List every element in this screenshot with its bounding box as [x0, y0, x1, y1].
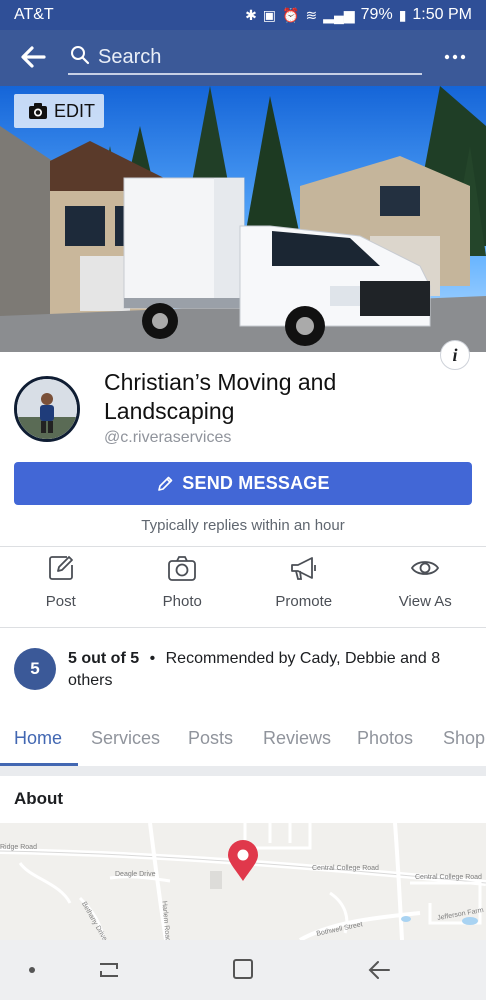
tab-shop-wrap: Shop [443, 716, 485, 766]
page-title: Christian’s Moving and Landscaping [104, 369, 337, 424]
send-message-button[interactable]: SEND MESSAGE [14, 462, 472, 505]
tab-reviews-wrap: Reviews [263, 716, 331, 766]
promote-action[interactable]: Promote [243, 553, 365, 627]
dot-indicator-icon[interactable] [18, 958, 46, 982]
home-button-icon[interactable] [229, 958, 257, 982]
tab-home[interactable]: Home [0, 716, 78, 766]
response-time-note: Typically replies within an hour [141, 517, 345, 534]
carrier-label: AT&T [14, 6, 54, 23]
signal-icon: ▂▄▆ [323, 6, 355, 23]
page-tabs: Home Services Posts Reviews Photos Shop [0, 716, 486, 766]
battery-percent: 79% [360, 6, 393, 23]
photo-label: Photo [162, 593, 202, 610]
tab-posts[interactable]: Posts [188, 716, 233, 766]
camera-icon [167, 553, 197, 583]
edit-label: EDIT [54, 100, 96, 121]
nfc-icon: ▣ [262, 6, 277, 23]
bluetooth-icon: ✱ [245, 6, 257, 23]
clock: 1:50 PM [412, 6, 472, 23]
status-bar: AT&T ✱ ▣ ⏰ ≋ ▂▄▆ 79% ▮ 1:50 PM [0, 0, 486, 30]
more-options-icon[interactable] [440, 42, 470, 72]
search-bar[interactable] [68, 40, 422, 75]
tab-photos-wrap: Photos [357, 716, 413, 766]
tab-photos[interactable]: Photos [357, 716, 413, 766]
wifi-icon: ≋ [305, 6, 318, 23]
cover-photo[interactable]: EDIT [0, 86, 486, 352]
post-label: Post [45, 593, 76, 610]
separator-dot: • [149, 650, 156, 667]
page-handle: @c.riveraservices [104, 429, 232, 446]
system-nav-bar [0, 940, 486, 1000]
edit-cover-button[interactable]: EDIT [14, 94, 104, 128]
tab-shop[interactable]: Shop [443, 716, 485, 766]
location-map[interactable]: Ridge Road Deagle Drive Bethany Drive Ha… [0, 823, 486, 940]
avatar[interactable] [14, 376, 80, 442]
tab-services[interactable]: Services [91, 716, 160, 766]
recommendation-summary[interactable]: 5 out of 5 • Recommended by Cady, Debbie… [68, 648, 478, 692]
photo-action[interactable]: Photo [122, 553, 244, 627]
divider [0, 546, 486, 547]
alarm-icon: ⏰ [282, 6, 300, 23]
tab-services-wrap: Services [91, 716, 160, 766]
view-as-action[interactable]: View As [365, 553, 486, 627]
about-heading: About [14, 789, 64, 808]
action-row: Post Photo Promote View As [0, 553, 486, 627]
post-action[interactable]: Post [0, 553, 122, 627]
view-as-label: View As [398, 593, 452, 610]
tab-posts-wrap: Posts [188, 716, 233, 766]
rating-score: 5 out of 5 [68, 650, 140, 667]
street-label: Ridge Road [0, 844, 37, 851]
battery-icon: ▮ [398, 6, 407, 23]
info-icon[interactable]: i [440, 340, 470, 370]
camera-icon [29, 103, 47, 119]
recent-apps-icon[interactable] [95, 958, 123, 982]
tab-home-wrap: Home [0, 716, 78, 766]
pencil-icon [158, 476, 173, 491]
eye-icon [410, 553, 440, 583]
edit-icon [46, 553, 76, 583]
section-separator [0, 766, 486, 776]
tab-reviews[interactable]: Reviews [263, 716, 331, 766]
send-message-label: SEND MESSAGE [182, 473, 330, 493]
street-label: Central College Road [312, 865, 379, 872]
search-input[interactable] [98, 42, 398, 72]
search-icon [71, 46, 90, 65]
divider [0, 627, 486, 628]
megaphone-icon [289, 553, 319, 583]
status-icons: ✱ ▣ ⏰ ≋ ▂▄▆ 79% ▮ 1:50 PM [245, 6, 472, 24]
street-label: Deagle Drive [115, 871, 156, 878]
back-arrow-icon[interactable] [18, 42, 48, 72]
promote-label: Promote [275, 593, 333, 610]
street-label: Central College Road [415, 874, 482, 881]
location-pin-icon[interactable] [227, 840, 259, 882]
app-bar [0, 30, 486, 86]
rating-badge: 5 [14, 648, 56, 690]
back-button-icon[interactable] [365, 958, 393, 982]
